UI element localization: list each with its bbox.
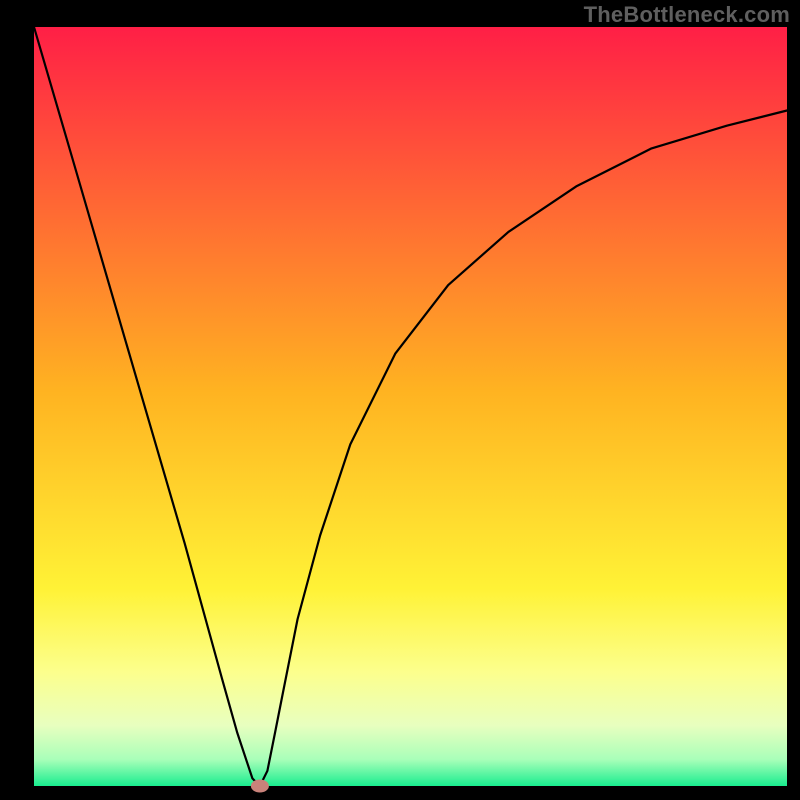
curve-minimum-marker bbox=[251, 780, 269, 793]
chart-stage: TheBottleneck.com bbox=[0, 0, 800, 800]
chart-svg bbox=[0, 0, 800, 800]
watermark-text: TheBottleneck.com bbox=[584, 2, 790, 28]
